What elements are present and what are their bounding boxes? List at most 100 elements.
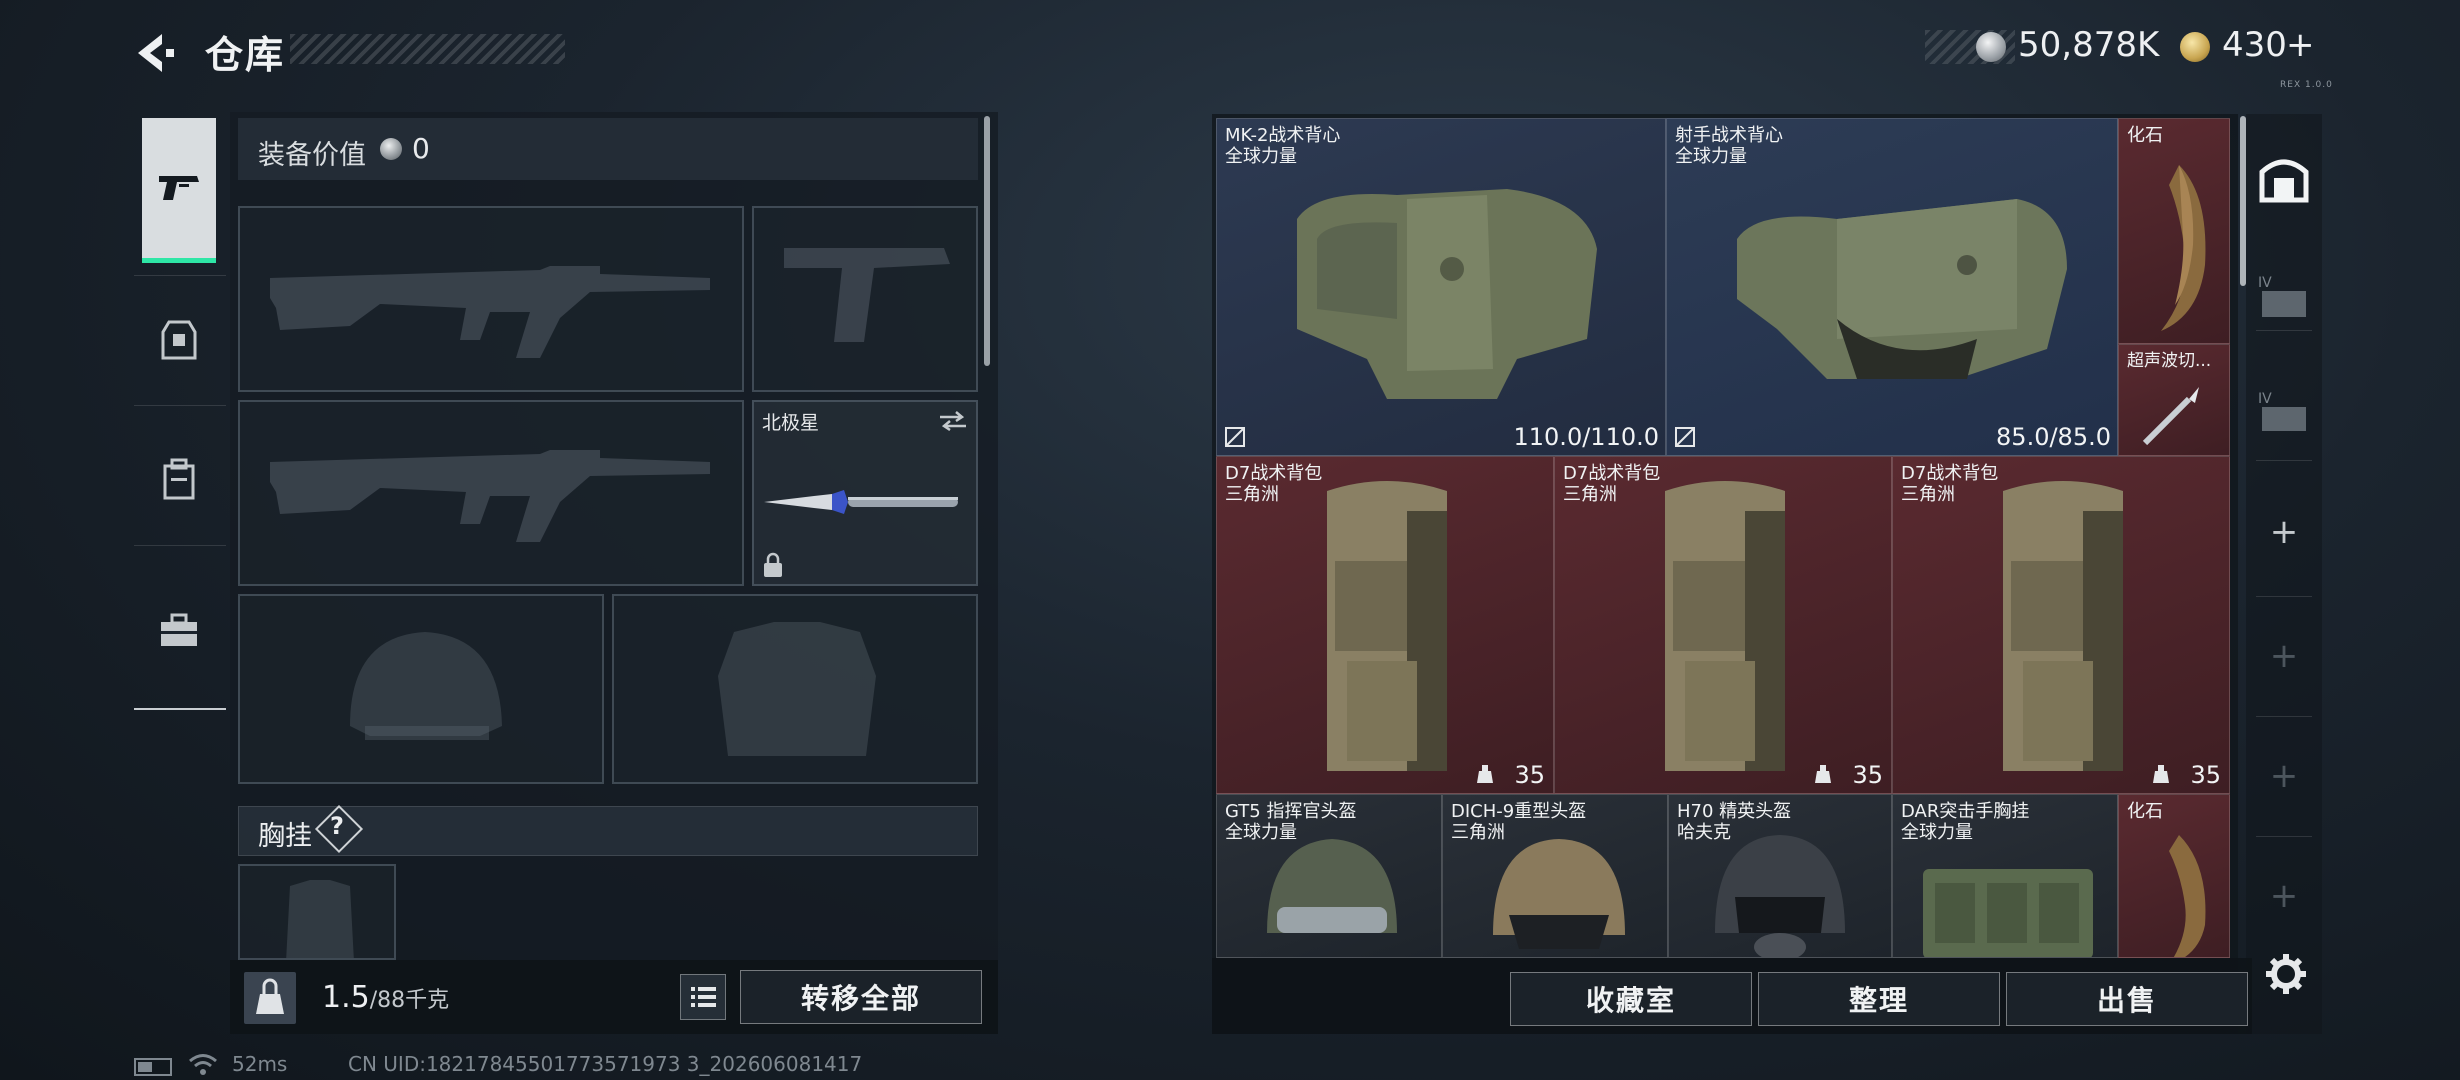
weight-icon-box: [244, 972, 296, 1024]
rifle-silhouette-icon: [270, 266, 710, 358]
item-name: MK-2战术背心: [1225, 125, 1341, 146]
helmet-image: [1715, 835, 1845, 957]
tactical-vest-image: [1297, 189, 1597, 399]
list-view-button[interactable]: [680, 974, 726, 1020]
swap-arrows-icon[interactable]: [938, 410, 968, 432]
item-capacity: 35: [1514, 761, 1545, 789]
tactical-vest-image: [1737, 199, 2067, 379]
fossil-claw-image: [2161, 165, 2206, 331]
pistol-icon: [159, 176, 199, 200]
uid-text: CN UID:18217845501773571973 3_2026060814…: [348, 1052, 863, 1076]
no-repair-icon: [1675, 427, 1695, 447]
backpack-image: [1665, 481, 1785, 771]
fossil-claw-image: [2169, 835, 2206, 957]
storage-page-3[interactable]: IV: [2252, 380, 2316, 444]
nav-tab-weapons[interactable]: [134, 128, 224, 248]
currency-gold-amount: 430: [2222, 25, 2287, 65]
helmet-silhouette-icon: [350, 632, 502, 740]
nav-tab-armor[interactable]: [134, 280, 224, 400]
item-capacity: 35: [1852, 761, 1883, 789]
item-name: H70 精英头盔: [1677, 801, 1792, 822]
item-origin: 三角洲: [1225, 484, 1279, 505]
title-stripe-decoration: [290, 34, 565, 64]
chest-rig-slot[interactable]: [238, 864, 396, 960]
nav-tab-backpack[interactable]: [134, 420, 224, 540]
nav-separator: [134, 275, 226, 276]
organize-button[interactable]: 整理: [1758, 972, 2000, 1026]
currency-silver-amount: 50,878K: [2018, 25, 2160, 65]
equipment-scrollbar[interactable]: [984, 116, 990, 366]
level-crate-icon: IV: [2258, 391, 2306, 431]
item-durability: 85.0/85.0: [1996, 423, 2111, 451]
melee-name: 北极星: [762, 412, 820, 434]
item-name: DAR突击手胸挂: [1901, 801, 2030, 822]
list-icon: [691, 987, 716, 1007]
svg-text:IV: IV: [2258, 275, 2272, 291]
storage-item-vest-marksman[interactable]: 射手战术背心 全球力量 85.0/85.0: [1666, 118, 2118, 456]
pistol-slot[interactable]: [752, 206, 978, 392]
help-icon-text: ?: [330, 812, 344, 840]
storage-item-fossil[interactable]: 化石: [2118, 118, 2230, 344]
capacity-icon: [1477, 765, 1493, 783]
side-separator: [2256, 836, 2312, 837]
level-crate-icon: IV: [2258, 275, 2306, 317]
storage-item-fossil[interactable]: 化石: [2118, 794, 2230, 958]
nav-bottom-line: [134, 708, 226, 710]
side-separator: [2256, 596, 2312, 597]
item-origin: 全球力量: [1675, 146, 1747, 167]
side-separator: [2256, 330, 2312, 331]
nav-tab-case[interactable]: [134, 570, 224, 690]
storage-item-backpack[interactable]: D7战术背包 三角洲 35: [1892, 456, 2230, 794]
lock-icon: [764, 552, 782, 577]
melee-slot[interactable]: 北极星: [752, 400, 978, 586]
toolbox-icon: [161, 613, 197, 646]
storage-page-2[interactable]: IV: [2252, 264, 2316, 328]
back-chevron-icon[interactable]: [132, 30, 178, 76]
add-storage-plus-icon[interactable]: +: [2252, 756, 2316, 796]
capacity-icon: [2153, 765, 2169, 783]
chest-rig-label: 胸挂: [258, 821, 312, 852]
item-name: 化石: [2127, 125, 2163, 146]
currency-add-button[interactable]: +: [2286, 25, 2315, 65]
backpack-vest-icon: [161, 320, 197, 360]
add-storage-plus-icon[interactable]: +: [2252, 512, 2316, 552]
chest-rig-image: [1923, 869, 2093, 957]
nav-separator: [134, 405, 226, 406]
item-name: GT5 指挥官头盔: [1225, 801, 1357, 822]
body-armor-slot[interactable]: [612, 594, 978, 784]
chest-rig-silhouette-icon: [286, 880, 354, 958]
weight-max: /88千克: [369, 988, 450, 1013]
add-storage-plus-icon[interactable]: +: [2252, 876, 2316, 916]
gear-icon[interactable]: [2264, 952, 2308, 996]
helmet-slot[interactable]: [238, 594, 604, 784]
backpack-image: [1327, 481, 1447, 771]
equipment-value: 0: [412, 132, 430, 165]
side-separator: [2256, 460, 2312, 461]
kettlebell-icon: [256, 978, 284, 1014]
storage-item-helmet-h70[interactable]: H70 精英头盔 哈夫克: [1668, 794, 1892, 958]
pistol-silhouette-icon: [784, 248, 950, 342]
storage-item-helmet-gt5[interactable]: GT5 指挥官头盔 全球力量: [1216, 794, 1442, 958]
backpack-icon: [163, 458, 195, 500]
storage-item-backpack[interactable]: D7战术背包 三角洲 35: [1554, 456, 1892, 794]
gold-coin-icon: [2180, 32, 2210, 62]
item-name: 超声波切...: [2127, 351, 2212, 371]
storage-item-chest-rig-dar[interactable]: DAR突击手胸挂 全球力量: [1892, 794, 2118, 958]
helmet-image: [1267, 839, 1397, 933]
add-storage-plus-icon[interactable]: +: [2252, 636, 2316, 676]
secondary-weapon-slot[interactable]: [238, 400, 744, 586]
warehouse-icon: [2259, 159, 2309, 203]
ping-text: 52ms: [232, 1052, 288, 1076]
primary-weapon-slot[interactable]: [238, 206, 744, 392]
collection-room-button[interactable]: 收藏室: [1510, 972, 1752, 1026]
storage-item-backpack[interactable]: D7战术背包 三角洲 35: [1216, 456, 1554, 794]
sell-button[interactable]: 出售: [2006, 972, 2248, 1026]
silver-coin-icon: [380, 138, 402, 160]
svg-text:IV: IV: [2258, 391, 2272, 407]
transfer-all-button[interactable]: 转移全部: [740, 970, 982, 1024]
storage-item-vest-mk2[interactable]: MK-2战术背心 全球力量 110.0/110.0: [1216, 118, 1666, 456]
storage-item-helmet-dich9[interactable]: DICH-9重型头盔 三角洲: [1442, 794, 1668, 958]
storage-page-1[interactable]: [2252, 146, 2316, 210]
storage-item-ultrasonic-cutter[interactable]: 超声波切...: [2118, 344, 2230, 456]
knife-image: [764, 490, 958, 514]
